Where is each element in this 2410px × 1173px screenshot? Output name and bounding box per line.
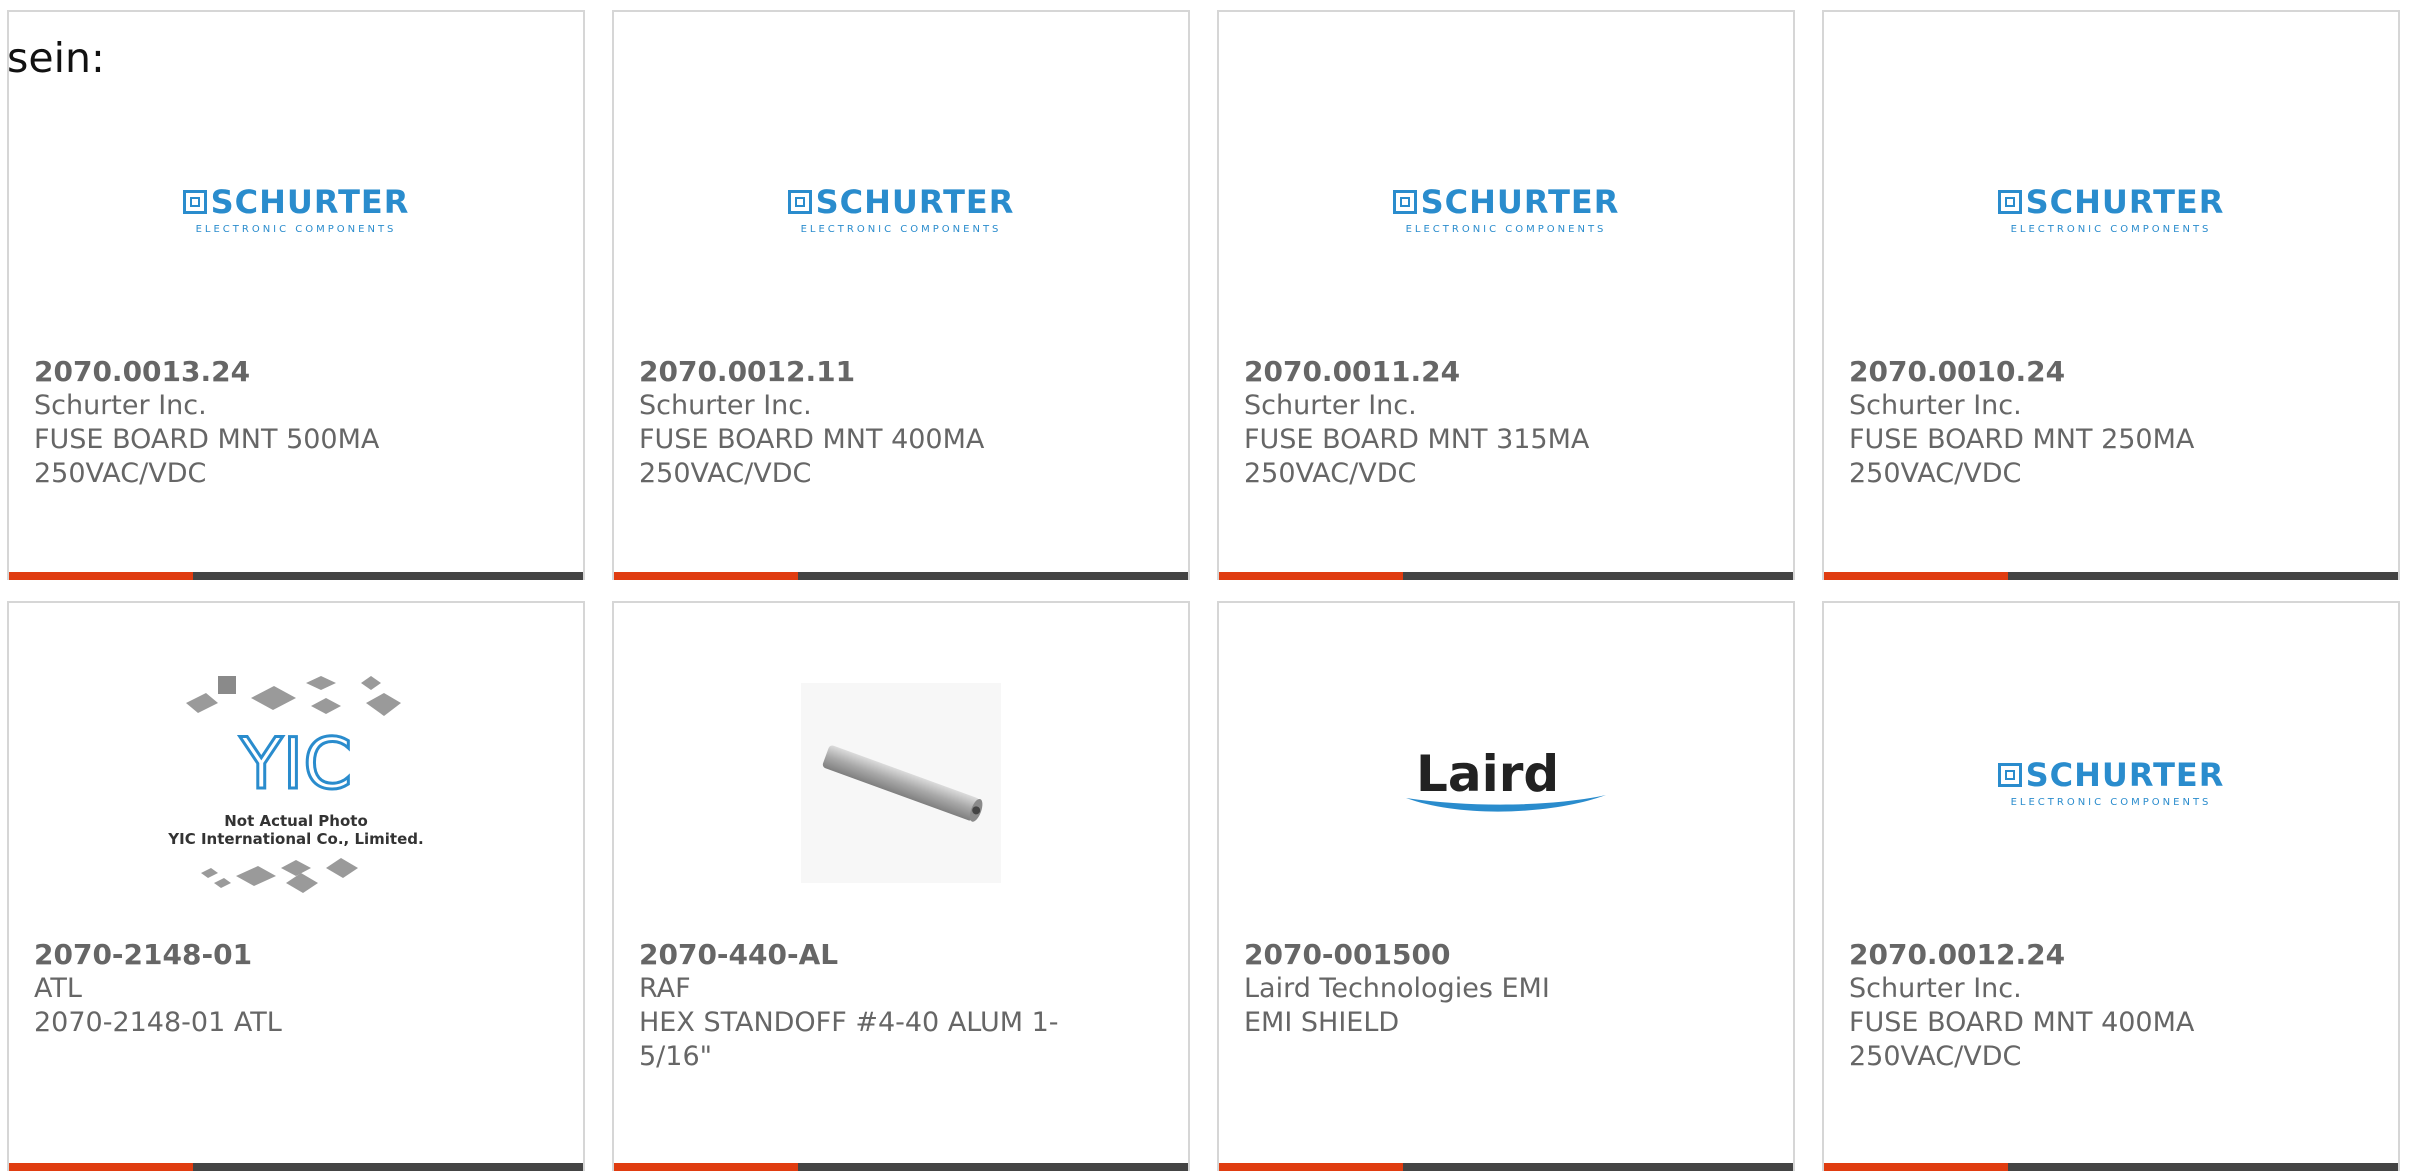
placeholder-image: YIC Not Actual Photo YIC International C… (9, 658, 583, 908)
manufacturer-name: Schurter Inc. (34, 390, 207, 421)
svg-text:YIC: YIC (239, 723, 352, 805)
card-footer-bar (614, 572, 1188, 580)
svg-text:YIC International Co., Limited: YIC International Co., Limited. (167, 830, 423, 848)
part-number[interactable]: 2070-001500 (1244, 938, 1704, 972)
product-card[interactable]: SCHURTER ELECTRONIC COMPONENTS 2070.0012… (1822, 601, 2400, 1171)
card-footer-bar (1824, 572, 2398, 580)
part-number[interactable]: 2070.0012.11 (639, 355, 1099, 389)
product-card[interactable]: SCHURTER ELECTRONIC COMPONENTS 2070.0013… (7, 10, 585, 580)
card-footer-bar (1219, 572, 1793, 580)
product-description: FUSE BOARD MNT 500MA 250VAC/VDC (34, 424, 380, 489)
card-footer-bar (9, 572, 583, 580)
part-number[interactable]: 2070-2148-01 (34, 938, 494, 972)
product-description: EMI SHIELD (1244, 1007, 1400, 1038)
product-card[interactable]: 2070-440-AL RAF HEX STANDOFF #4-40 ALUM … (612, 601, 1190, 1171)
card-footer-bar (9, 1163, 583, 1171)
manufacturer-name: Laird Technologies EMI (1244, 973, 1550, 1004)
manufacturer-name: Schurter Inc. (1244, 390, 1417, 421)
manufacturer-name: Schurter Inc. (639, 390, 812, 421)
product-description: FUSE BOARD MNT 250MA 250VAC/VDC (1849, 424, 2195, 489)
card-footer-bar (1824, 1163, 2398, 1171)
product-card[interactable]: SCHURTER ELECTRONIC COMPONENTS 2070.0012… (612, 10, 1190, 580)
product-card[interactable]: SCHURTER ELECTRONIC COMPONENTS 2070.0010… (1822, 10, 2400, 580)
product-description: FUSE BOARD MNT 400MA 250VAC/VDC (639, 424, 985, 489)
intro-text: sein: (7, 34, 105, 82)
card-footer-bar (614, 1163, 1188, 1171)
manufacturer-logo: SCHURTER ELECTRONIC COMPONENTS (614, 70, 1188, 350)
manufacturer-logo: SCHURTER ELECTRONIC COMPONENTS (1219, 70, 1793, 350)
part-number[interactable]: 2070.0010.24 (1849, 355, 2309, 389)
product-card[interactable]: SCHURTER ELECTRONIC COMPONENTS 2070.0011… (1217, 10, 1795, 580)
manufacturer-logo: SCHURTER ELECTRONIC COMPONENTS (1824, 70, 2398, 350)
part-number[interactable]: 2070.0011.24 (1244, 355, 1704, 389)
manufacturer-logo: Laird (1219, 658, 1793, 908)
product-description: FUSE BOARD MNT 400MA 250VAC/VDC (1849, 1007, 2195, 1072)
part-number[interactable]: 2070.0012.24 (1849, 938, 2309, 972)
product-card[interactable]: Laird 2070-001500 Laird Technologies EMI… (1217, 601, 1795, 1171)
part-number[interactable]: 2070-440-AL (639, 938, 1099, 972)
manufacturer-name: Schurter Inc. (1849, 390, 2022, 421)
manufacturer-logo: SCHURTER ELECTRONIC COMPONENTS (9, 70, 583, 350)
product-grid: SCHURTER ELECTRONIC COMPONENTS 2070.0013… (7, 10, 2401, 1173)
product-photo (614, 658, 1188, 908)
manufacturer-name: RAF (639, 973, 691, 1004)
svg-text:Not Actual Photo: Not Actual Photo (224, 812, 368, 830)
product-description: 2070-2148-01 ATL (34, 1007, 282, 1038)
product-description: HEX STANDOFF #4-40 ALUM 1-5/16" (639, 1007, 1059, 1072)
card-footer-bar (1219, 1163, 1793, 1171)
product-description: FUSE BOARD MNT 315MA 250VAC/VDC (1244, 424, 1590, 489)
manufacturer-logo: SCHURTER ELECTRONIC COMPONENTS (1824, 658, 2398, 908)
part-number[interactable]: 2070.0013.24 (34, 355, 494, 389)
manufacturer-name: Schurter Inc. (1849, 973, 2022, 1004)
product-card[interactable]: YIC Not Actual Photo YIC International C… (7, 601, 585, 1171)
manufacturer-name: ATL (34, 973, 82, 1004)
